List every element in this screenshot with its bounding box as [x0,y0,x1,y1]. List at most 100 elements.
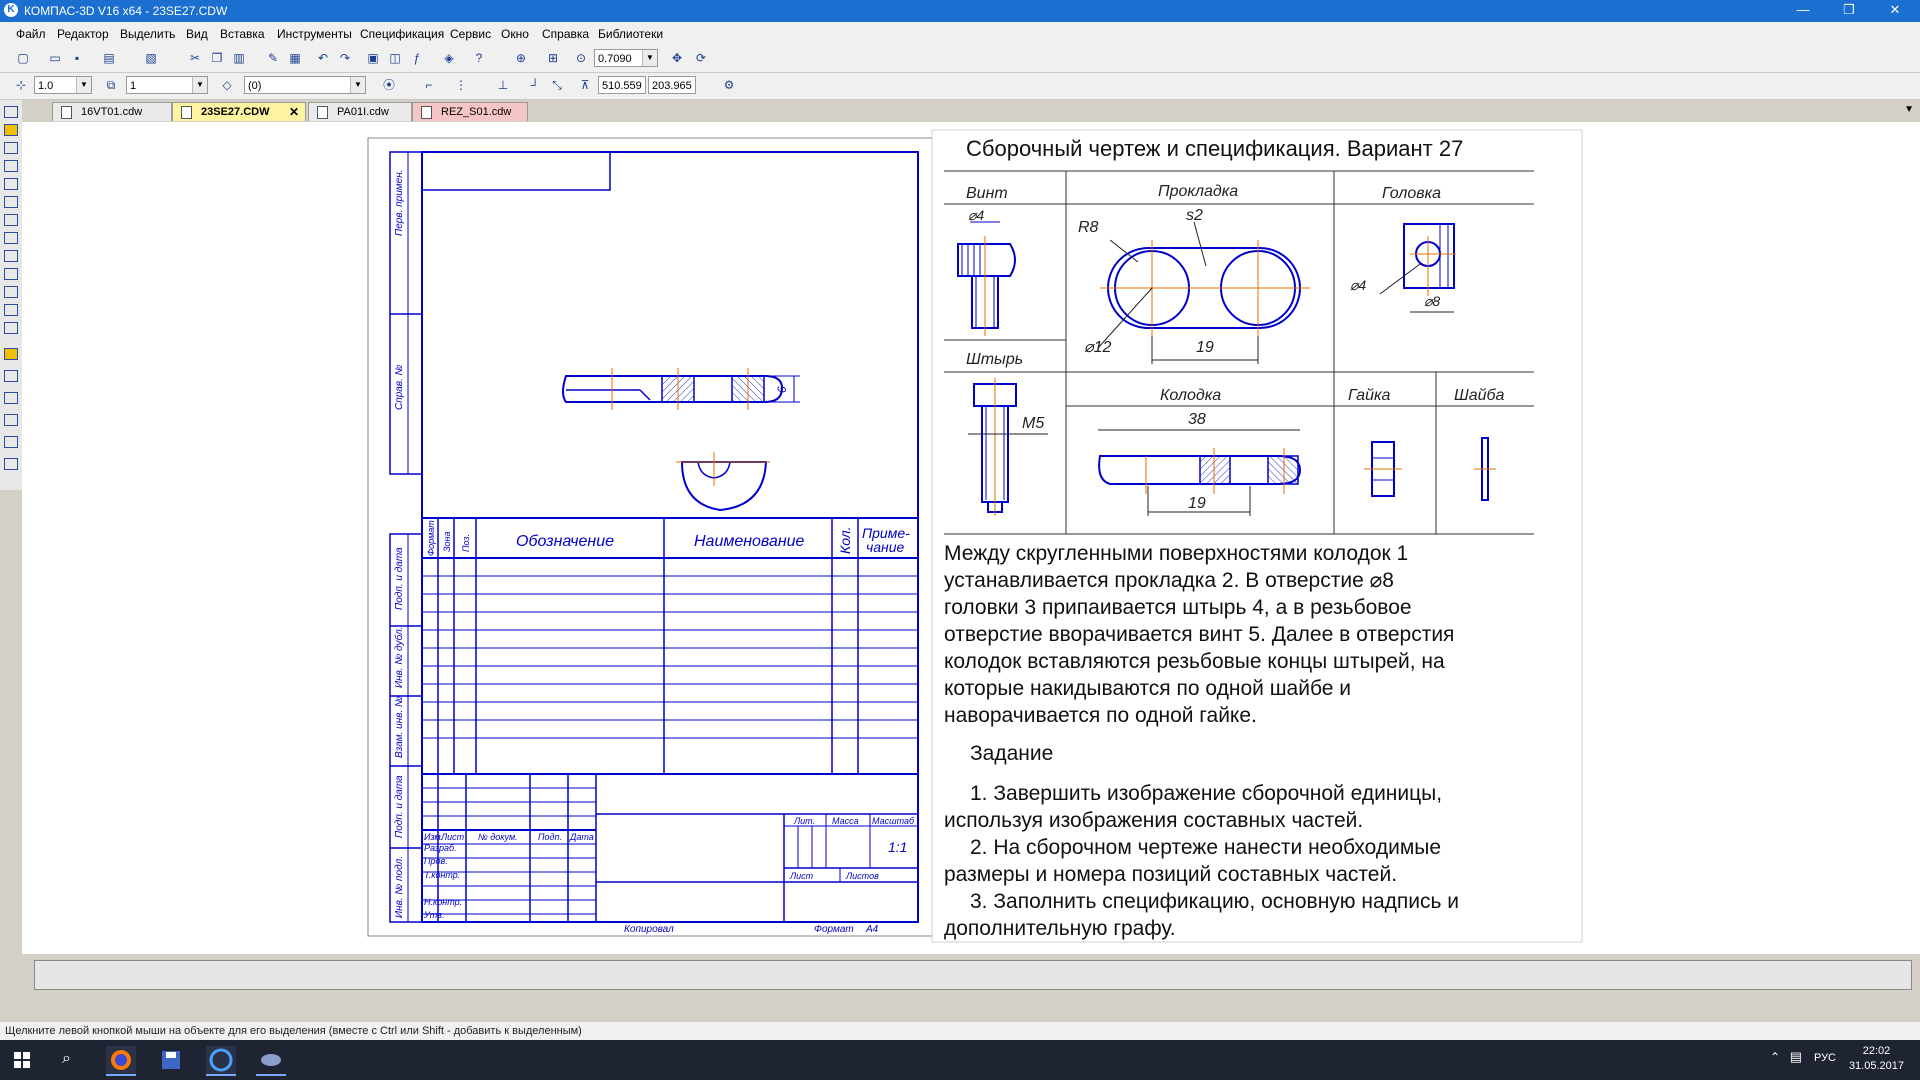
refresh-icon[interactable]: ⟳ [692,49,710,67]
library-icon[interactable]: ◫ [386,49,404,67]
cut-icon[interactable]: ✂ [186,49,204,67]
ortho-icon[interactable]: ⌐ [420,76,438,94]
notification-icon[interactable]: ▤ [1790,1049,1802,1065]
assembly-view: 6 [562,368,800,512]
parametrization-icon[interactable] [4,214,18,226]
tab-pa01i[interactable]: PA01I.cdw [308,102,412,121]
preview-icon[interactable]: ▧ [142,49,160,67]
side-label: Инв. № подл. [394,856,405,918]
property-panel-box[interactable] [34,960,1912,990]
point-icon[interactable] [4,348,18,360]
minimize-button[interactable]: — [1780,0,1826,22]
step-icon[interactable]: ⊹ [12,76,30,94]
stamp-list: Лист [440,832,465,842]
designation-icon[interactable] [4,178,18,190]
print-icon[interactable]: ▤ [100,49,118,67]
tray-chevron-icon[interactable]: ⌃ [1770,1050,1780,1064]
round-icon[interactable]: ┘ [526,76,544,94]
menu-select[interactable]: Выделить [120,27,175,41]
local-cs-icon[interactable]: ⊥ [494,76,512,94]
tabs-dropdown-icon[interactable]: ▼ [1904,104,1914,115]
kompas-app-icon[interactable]: K [4,3,18,17]
layer-combo[interactable]: (0) ▼ [244,76,366,94]
open-icon[interactable]: ▭ [46,49,64,67]
geometry-icon[interactable] [4,106,18,118]
layer-icon[interactable]: ◇ [218,76,236,94]
options-icon[interactable]: ⚙ [720,76,738,94]
menu-bar: Файл Редактор Выделить Вид Вставка Инстр… [0,22,1920,46]
coord-y-field[interactable]: 203.965 [648,76,696,94]
rect-icon[interactable] [4,458,18,470]
trim-icon[interactable]: ⤡ [548,76,566,94]
zoom-all-icon[interactable]: ⊞ [544,49,562,67]
drawing-canvas[interactable]: Перв. примен. Справ. № Подп. и дата Инв.… [22,122,1920,954]
menu-service[interactable]: Сервис [450,27,491,41]
view-icon[interactable]: ⧉ [102,76,120,94]
menu-window[interactable]: Окно [501,27,529,41]
menu-spec[interactable]: Спецификация [360,27,444,41]
zoom-combo[interactable]: 0.7090 ▼ [594,49,658,67]
description-line: головки 3 припаивается штырь 4, а в резь… [944,596,1412,619]
paste-icon[interactable]: ▥ [230,49,248,67]
manager-icon[interactable]: ▣ [364,49,382,67]
hatch-icon[interactable] [4,160,18,172]
tab-23se27[interactable]: 23SE27.CDW ✕ [172,102,306,121]
stamp-lit: Лит. [793,816,815,826]
save-icon[interactable]: ▪ [68,49,86,67]
coord-x-field[interactable]: 510.559 [598,76,646,94]
linear-dim-icon[interactable] [4,370,18,382]
menu-edit[interactable]: Редактор [57,27,109,41]
language-indicator[interactable]: РУС [1814,1052,1836,1064]
reports-icon[interactable] [4,286,18,298]
edit-icon[interactable] [4,196,18,208]
step-combo[interactable]: 1.0 ▼ [34,76,92,94]
properties-icon[interactable]: ✎ [264,49,282,67]
close-icon[interactable]: ✕ [289,103,299,122]
zoom-icon[interactable]: ⊙ [572,49,590,67]
tab-rez-s01[interactable]: REZ_S01.cdw [412,102,528,121]
status-hint: Щелкните левой кнопкой мыши на объекте д… [5,1025,582,1037]
snap-icon[interactable]: ⦿ [380,76,398,94]
clock[interactable]: 22:02 31.05.2017 [1849,1044,1904,1074]
view-combo[interactable]: 1 ▼ [126,76,208,94]
measure-icon[interactable]: ◈ [440,49,458,67]
other-app-icon[interactable] [256,1046,286,1076]
measure-2d-icon[interactable] [4,232,18,244]
insert-icon[interactable] [4,304,18,316]
stamp-razrab: Разраб. [424,843,457,853]
pan-icon[interactable]: ✥ [668,49,686,67]
new-icon[interactable]: ▢ [14,49,32,67]
search-icon[interactable]: ⌕ [62,1050,71,1068]
tab-16vt01[interactable]: 16VT01.cdw [52,102,172,121]
menu-help[interactable]: Справка [542,27,589,41]
close-button[interactable]: ✕ [1872,0,1918,22]
assignment-text: 1. Завершить изображение сборочной едини… [944,782,1459,940]
restore-button[interactable]: ❐ [1826,0,1872,22]
firefox-icon[interactable] [106,1046,136,1076]
menu-tools[interactable]: Инструменты [277,27,352,41]
prokladka-d12: ⌀12 [1084,339,1112,356]
fragment-icon[interactable] [4,322,18,334]
help-icon[interactable]: ? [470,49,488,67]
table-icon[interactable]: ▦ [286,49,304,67]
select-icon[interactable] [4,124,18,136]
dimensions-icon[interactable] [4,142,18,154]
circle-icon[interactable] [4,392,18,404]
kompas-taskbar-icon[interactable] [206,1046,236,1076]
menu-view[interactable]: Вид [186,27,208,41]
undo-icon[interactable]: ↶ [314,49,332,67]
redo-icon[interactable]: ↷ [336,49,354,67]
menu-insert[interactable]: Вставка [220,27,265,41]
menu-libraries[interactable]: Библиотеки [598,27,663,41]
variables-icon[interactable]: ƒ [408,49,426,67]
save-app-icon[interactable] [156,1046,186,1074]
arc-icon[interactable] [4,414,18,426]
menu-file[interactable]: Файл [16,27,46,41]
polygon-icon[interactable] [4,436,18,448]
grid-icon[interactable]: ⋮ [452,76,470,94]
spec-icon[interactable] [4,268,18,280]
select-tool-icon[interactable] [4,250,18,262]
zoom-window-icon[interactable]: ⊕ [512,49,530,67]
copy-icon[interactable]: ❐ [208,49,226,67]
windows-start-icon[interactable] [14,1052,30,1068]
